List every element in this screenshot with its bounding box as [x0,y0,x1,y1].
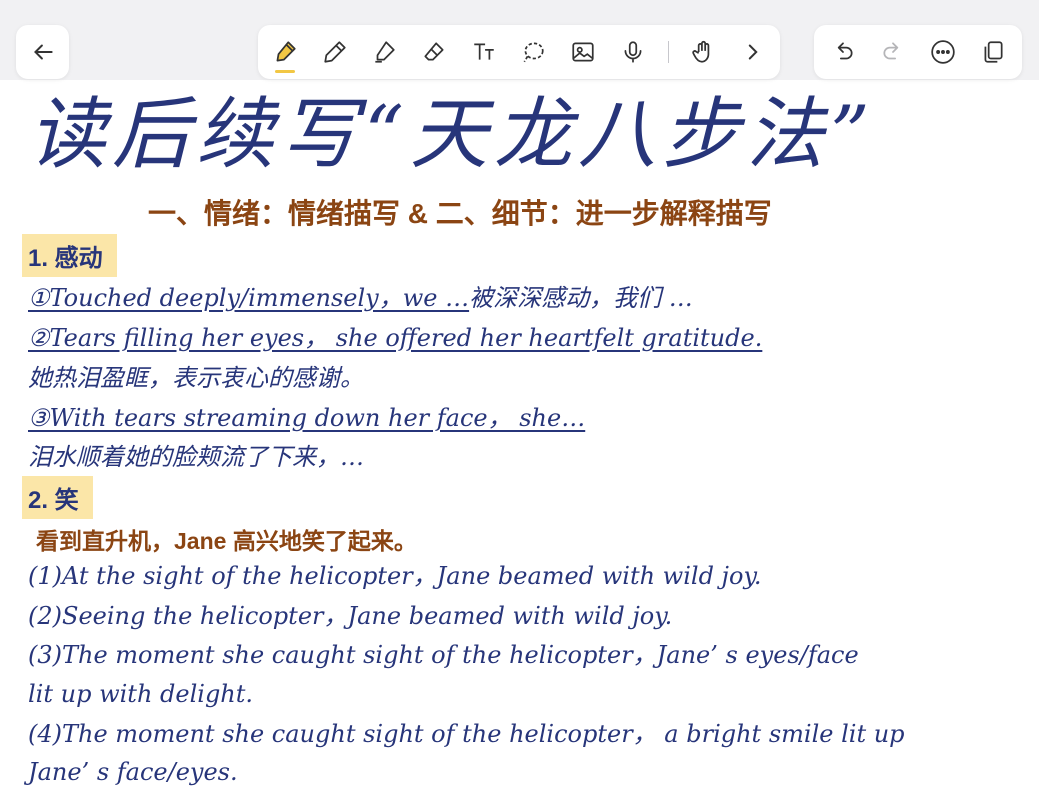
text-icon[interactable] [469,37,499,67]
note-line: ②Tears filling her eyes， she offered her… [28,324,763,352]
marker-icon[interactable] [369,37,399,67]
document-actions [814,25,1022,79]
note-line: 她热泪盈眶，表示衷心的感谢。 [28,364,364,392]
undo-icon[interactable] [828,37,858,67]
pen-icon[interactable] [320,37,350,67]
note-line: ①Touched deeply/immensely，we …被深深感动，我们 … [28,284,693,312]
image-icon[interactable] [568,37,598,67]
microphone-icon[interactable] [618,37,648,67]
toolbar [0,0,1039,80]
redo-icon[interactable] [878,37,908,67]
note-line: lit up with delight. [28,680,254,708]
pages-icon[interactable] [978,37,1008,67]
hand-icon[interactable] [688,37,718,67]
active-tool-indicator [275,70,295,73]
note-line: ③With tears streaming down her face， she… [28,404,586,432]
highlighter-icon[interactable] [270,37,300,73]
lasso-icon[interactable] [518,37,548,67]
back-button[interactable] [16,25,69,79]
section-label-smile: 2. 笑 [22,476,93,519]
more-icon[interactable] [928,37,958,67]
note-line: (2)Seeing the helicopter，Jane beamed wit… [28,602,673,630]
page-title: 读后续写“天龙八步法” [28,90,876,180]
note-page: 读后续写“天龙八步法” 一、情绪：情绪描写 & 二、细节：进一步解释描写 1. … [0,80,1039,786]
drawing-tools [258,25,780,79]
note-line: 泪水顺着她的脸颊流了下来，… [28,443,364,471]
example-sentence: 看到直升机，Jane 高兴地笑了起来。 [36,528,417,554]
note-line: (4)The moment she caught sight of the he… [28,720,905,748]
toolbar-separator [667,41,669,63]
note-line: (1)At the sight of the helicopter，Jane b… [28,562,762,590]
eraser-icon[interactable] [419,37,449,67]
note-line: (3)The moment she caught sight of the he… [28,641,859,669]
section-label-moved: 1. 感动 [22,234,117,277]
note-line: Jane’ s face/eyes. [28,758,238,786]
subtitle: 一、情绪：情绪描写 & 二、细节：进一步解释描写 [148,198,772,229]
back-arrow-icon[interactable] [28,37,58,67]
chevron-right-icon[interactable] [738,37,768,67]
